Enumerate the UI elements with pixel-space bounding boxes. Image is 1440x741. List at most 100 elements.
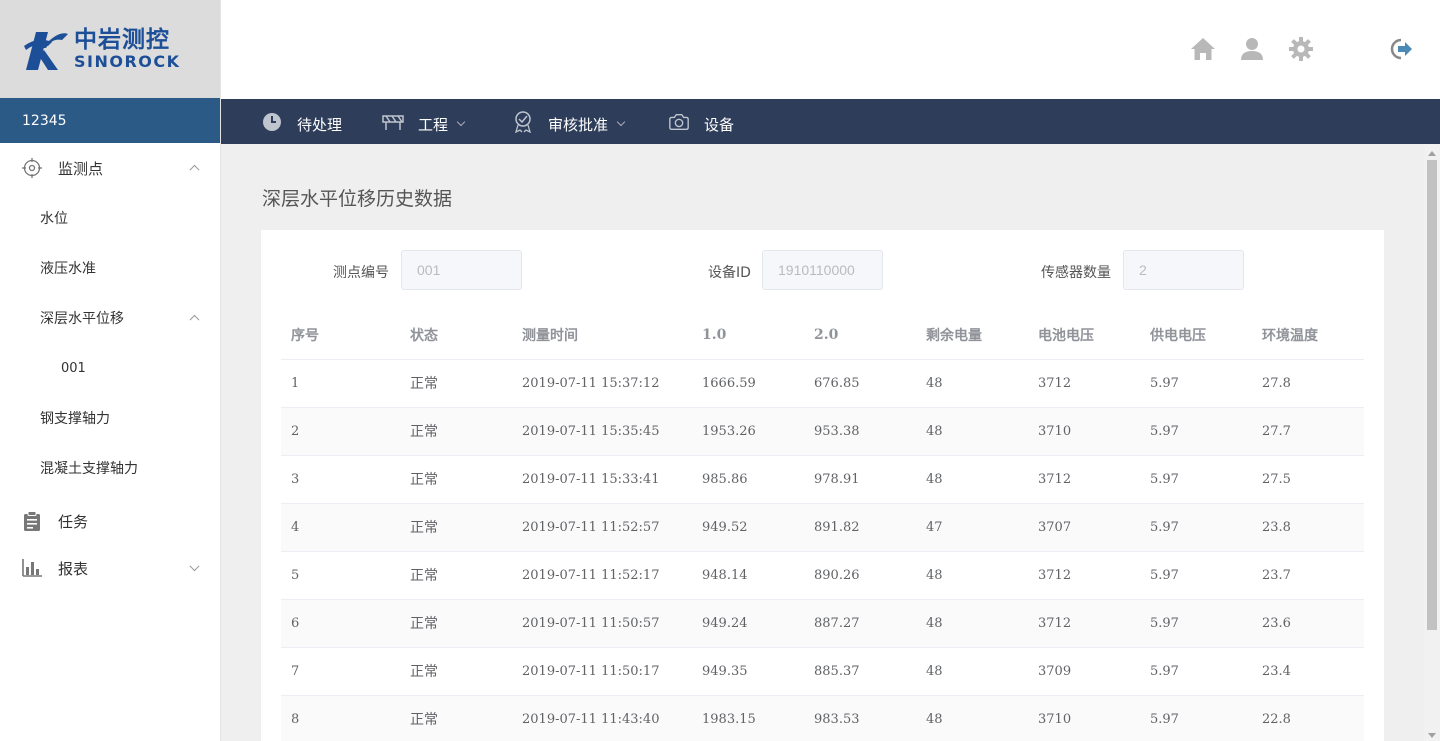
table-cell: 3710 — [1028, 695, 1140, 741]
sidebar-item-concrete-support[interactable]: 混凝土支撑轴力 — [0, 443, 220, 493]
table-cell: 5.97 — [1140, 551, 1252, 600]
sidebar-item-hydraulic-level[interactable]: 液压水准 — [0, 243, 220, 293]
table-row[interactable]: 5 正常 2019-07-11 11:52:17 948.14 890.26 48 3712… — [281, 551, 1364, 600]
table-cell: 5.97 — [1140, 503, 1252, 552]
gear-icon[interactable] — [1288, 36, 1314, 62]
table-cell: 2019-07-11 11:43:40 — [512, 695, 692, 741]
page-title: 深层水平位移历史数据 — [262, 188, 453, 210]
col-header[interactable]: 环境温度 — [1252, 311, 1364, 360]
col-header[interactable]: 状态 — [400, 311, 512, 360]
user-id-bar[interactable]: 12345 — [0, 98, 220, 143]
table-cell: 949.24 — [692, 599, 804, 648]
table-row[interactable]: 3 正常 2019-07-11 15:33:41 985.86 978.91 48 3712… — [281, 455, 1364, 504]
table-row[interactable]: 1 正常 2019-07-11 15:37:12 1666.59 676.85 48 371… — [281, 359, 1364, 408]
sidebar-item-deep-displacement[interactable]: 深层水平位移 — [0, 293, 220, 343]
table-cell: 2019-07-11 15:35:45 — [512, 407, 692, 456]
chevron-down-icon — [616, 117, 626, 126]
nav-pending[interactable]: 待处理 — [261, 99, 342, 144]
table-cell: 3712 — [1028, 551, 1140, 600]
table-cell: 27.5 — [1252, 455, 1364, 504]
user-icon[interactable] — [1239, 36, 1265, 62]
menu-task[interactable]: 任务 — [0, 496, 220, 546]
menu-monitor-points[interactable]: 监测点 — [0, 143, 220, 193]
sensor-count-input: 2 — [1123, 250, 1244, 290]
col-header[interactable]: 1.0 — [692, 311, 804, 360]
table-cell: 48 — [916, 551, 1028, 600]
sensor-count-label: 传感器数量 — [1041, 265, 1111, 281]
menu-monitor-label: 监测点 — [58, 159, 104, 178]
table-cell: 48 — [916, 407, 1028, 456]
table-row[interactable]: 7 正常 2019-07-11 11:50:17 949.35 885.37 48 3709… — [281, 647, 1364, 696]
table-cell: 5.97 — [1140, 647, 1252, 696]
table-cell: 7 — [281, 647, 400, 696]
deep-displacement-label: 深层水平位移 — [40, 311, 124, 327]
approval-badge-icon — [512, 110, 534, 133]
table-cell: 891.82 — [804, 503, 916, 552]
col-header[interactable]: 序号 — [281, 311, 400, 360]
table-cell: 4 — [281, 503, 400, 552]
col-header[interactable]: 测量时间 — [512, 311, 692, 360]
nav-device-label: 设备 — [704, 116, 735, 134]
sidebar-item-point-001[interactable]: 001 — [0, 343, 220, 393]
home-icon[interactable] — [1190, 36, 1216, 62]
col-header[interactable]: 电池电压 — [1028, 311, 1140, 360]
logout-icon[interactable] — [1387, 36, 1413, 62]
clipboard-icon — [22, 511, 42, 531]
scroll-up-arrow-icon[interactable] — [1428, 151, 1436, 156]
table-cell: 1 — [281, 359, 400, 408]
table-cell: 正常 — [400, 551, 512, 600]
nav-pending-label: 待处理 — [297, 116, 343, 134]
table-cell: 8 — [281, 695, 400, 741]
table-cell: 5.97 — [1140, 455, 1252, 504]
user-id: 12345 — [22, 112, 67, 129]
menu-report[interactable]: 报表 — [0, 543, 220, 593]
brand-name-en: SINOROCK — [74, 52, 181, 71]
table-cell: 1983.15 — [692, 695, 804, 741]
main-nav: 待处理 工程 审核批准 设备 — [221, 99, 1440, 144]
nav-device[interactable]: 设备 — [668, 99, 734, 144]
table-cell: 2019-07-11 15:37:12 — [512, 359, 692, 408]
table-cell: 23.8 — [1252, 503, 1364, 552]
nav-approval[interactable]: 审核批准 — [512, 99, 626, 144]
col-header[interactable]: 剩余电量 — [916, 311, 1028, 360]
table-cell: 985.86 — [692, 455, 804, 504]
bar-chart-icon — [22, 558, 42, 578]
table-cell: 23.4 — [1252, 647, 1364, 696]
nav-project[interactable]: 工程 — [382, 99, 466, 144]
table-row[interactable]: 6 正常 2019-07-11 11:50:57 949.24 887.27 48 3712… — [281, 599, 1364, 648]
table-cell: 3712 — [1028, 599, 1140, 648]
clock-icon — [261, 111, 283, 133]
table-cell: 2019-07-11 11:50:57 — [512, 599, 692, 648]
top-header — [221, 0, 1440, 99]
scroll-down-arrow-icon[interactable] — [1428, 733, 1436, 738]
table-row[interactable]: 2 正常 2019-07-11 15:35:45 1953.26 953.38 48 371… — [281, 407, 1364, 456]
table-cell: 983.53 — [804, 695, 916, 741]
table-cell: 5.97 — [1140, 599, 1252, 648]
table-cell: 48 — [916, 455, 1028, 504]
table-cell: 949.52 — [692, 503, 804, 552]
table-row[interactable]: 4 正常 2019-07-11 11:52:57 949.52 891.82 47 3707… — [281, 503, 1364, 552]
col-header[interactable]: 供电电压 — [1140, 311, 1252, 360]
col-header[interactable]: 2.0 — [804, 311, 916, 360]
chevron-up-icon — [189, 164, 200, 175]
menu-task-label: 任务 — [58, 512, 89, 531]
table-header-row: 序号 状态 测量时间 1.0 2.0 剩余电量 电池电压 供电电压 环境温度 — [281, 311, 1364, 360]
table-cell: 48 — [916, 359, 1028, 408]
table-cell: 890.26 — [804, 551, 916, 600]
table-cell: 885.37 — [804, 647, 916, 696]
table-cell: 3709 — [1028, 647, 1140, 696]
table-cell: 2019-07-11 11:50:17 — [512, 647, 692, 696]
scrollbar-thumb[interactable] — [1427, 160, 1437, 630]
nav-approval-label: 审核批准 — [548, 116, 609, 134]
sidebar-item-steel-support[interactable]: 钢支撑轴力 — [0, 393, 220, 443]
table-cell: 正常 — [400, 359, 512, 408]
brand-name-cn: 中岩测控 — [74, 27, 170, 53]
table-cell: 23.7 — [1252, 551, 1364, 600]
device-id-input: 1910110000 — [762, 250, 883, 290]
table-cell: 1666.59 — [692, 359, 804, 408]
table-cell: 3710 — [1028, 407, 1140, 456]
sidebar-item-water-level[interactable]: 水位 — [0, 193, 220, 243]
table-row[interactable]: 8 正常 2019-07-11 11:43:40 1983.15 983.53 48 371… — [281, 695, 1364, 741]
table-cell: 2 — [281, 407, 400, 456]
barrier-icon — [382, 111, 404, 133]
